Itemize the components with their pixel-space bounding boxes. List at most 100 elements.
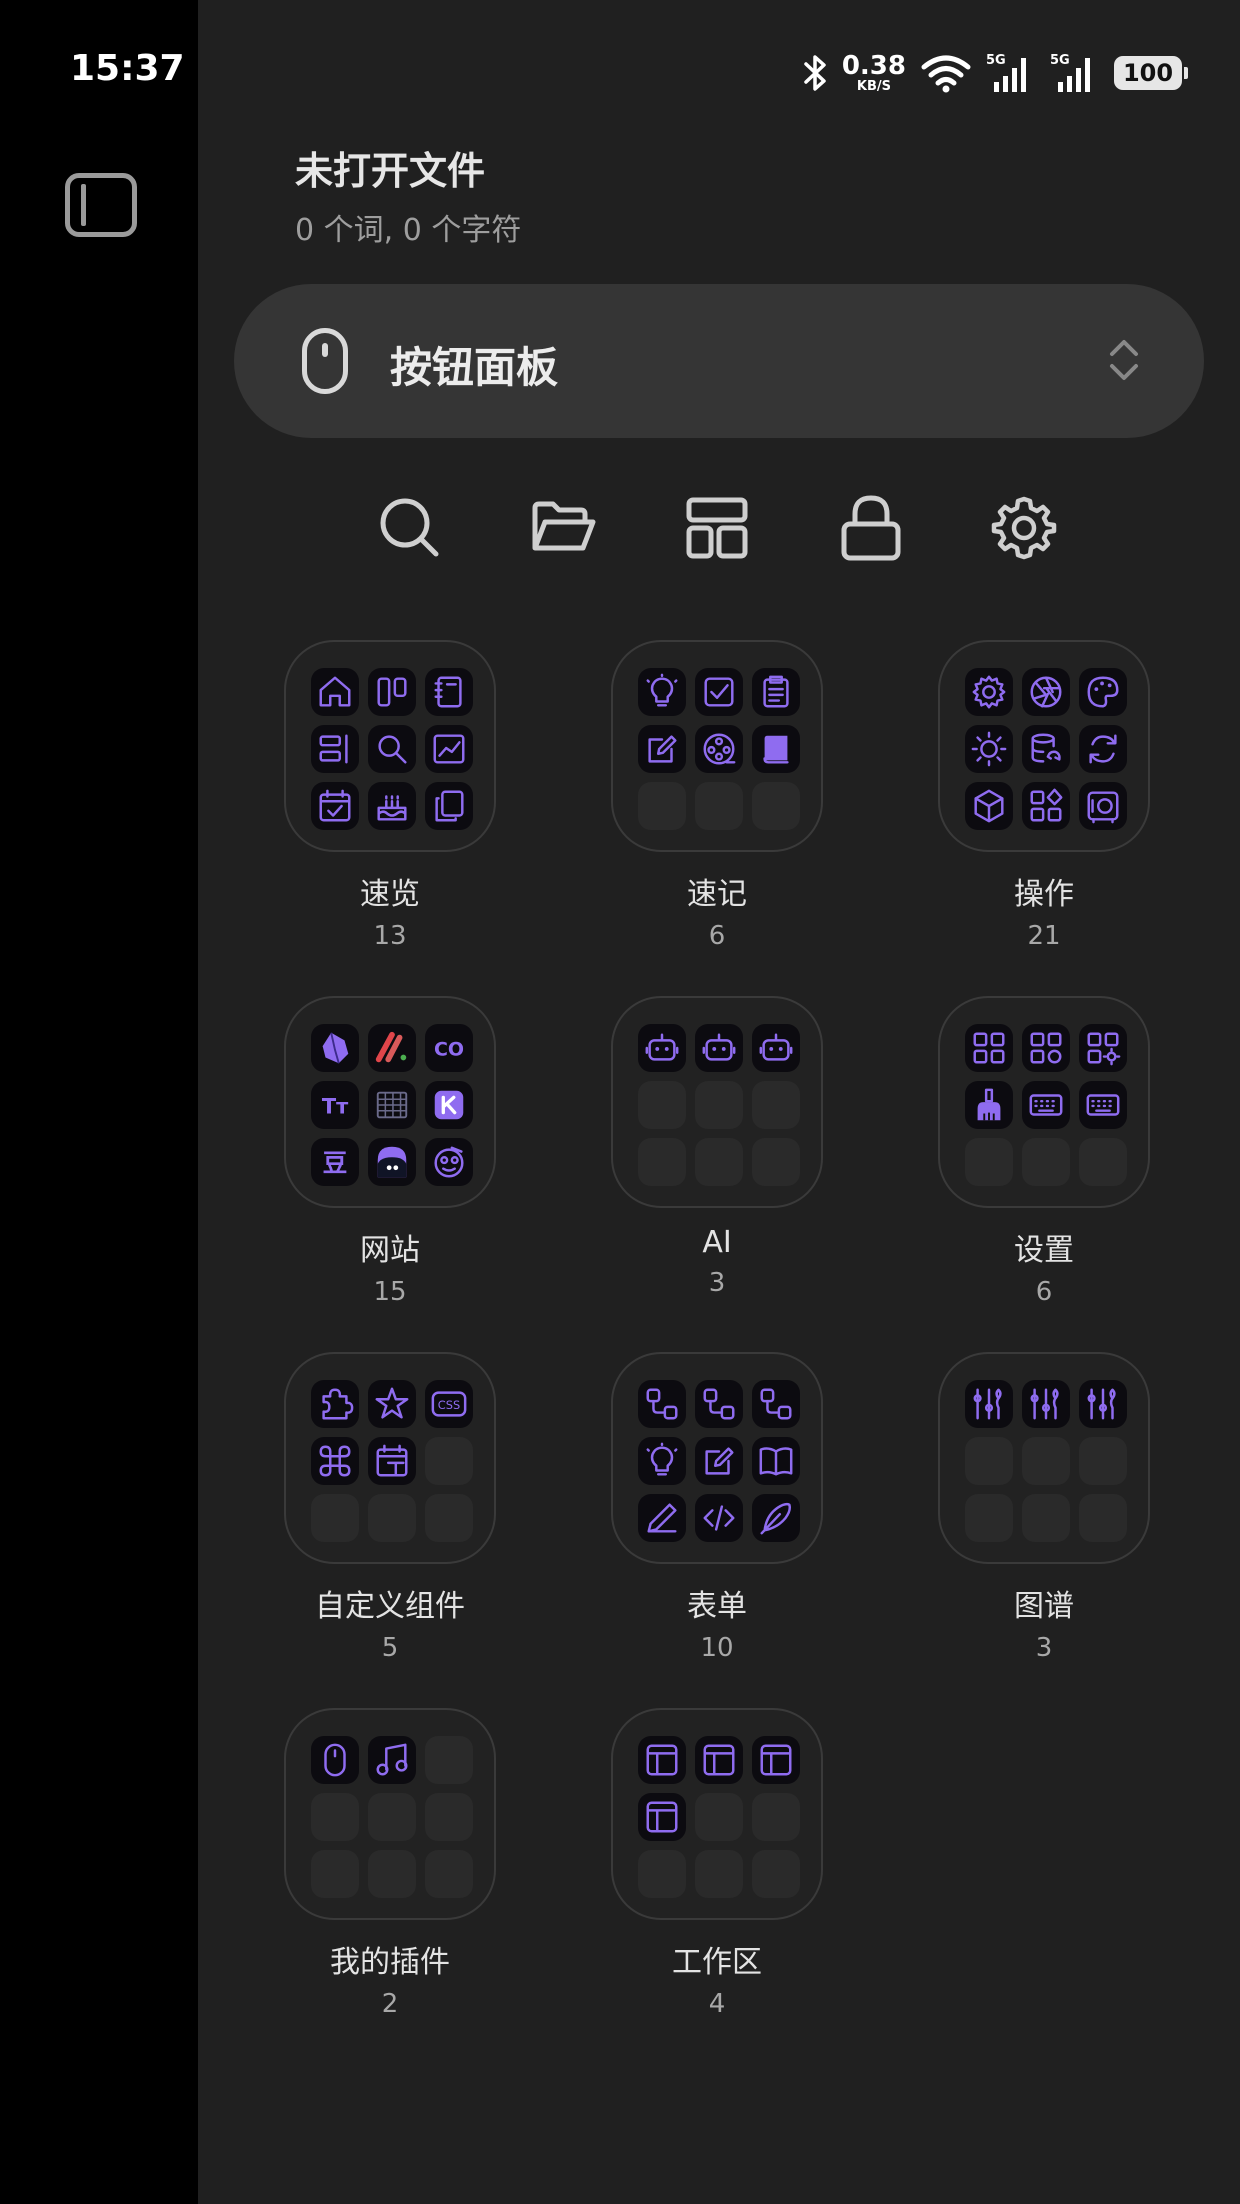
shapes-icon[interactable] — [1022, 782, 1070, 830]
robot-icon[interactable] — [695, 1024, 743, 1072]
pen-icon[interactable] — [638, 1494, 686, 1542]
css-icon[interactable]: CSS — [425, 1380, 473, 1428]
kanban-icon[interactable] — [368, 668, 416, 716]
table-icon[interactable] — [368, 1081, 416, 1129]
keyboard-icon[interactable] — [1079, 1081, 1127, 1129]
group-name: 工作区 — [672, 1945, 762, 1980]
empty-slot — [425, 1437, 473, 1485]
feather-icon[interactable] — [752, 1494, 800, 1542]
grid-gear-icon[interactable] — [1079, 1024, 1127, 1072]
group-tile[interactable]: 表单 10 — [611, 1352, 823, 1663]
empty-slot — [368, 1850, 416, 1898]
group-count: 2 — [381, 1989, 399, 2019]
co-icon[interactable]: CO — [425, 1024, 473, 1072]
search-icon[interactable] — [368, 725, 416, 773]
gear-icon[interactable] — [965, 668, 1013, 716]
empty-slot — [425, 1850, 473, 1898]
checkbox-icon[interactable] — [695, 668, 743, 716]
empty-slot — [695, 782, 743, 830]
group-tile[interactable]: AI 3 — [611, 996, 823, 1298]
cube-icon[interactable] — [965, 782, 1013, 830]
graph-icon[interactable] — [1079, 1380, 1127, 1428]
sidebar-toggle-button[interactable] — [65, 173, 137, 237]
layout-panel-icon[interactable] — [695, 1736, 743, 1784]
mouse-icon[interactable] — [311, 1736, 359, 1784]
layout-button[interactable] — [679, 490, 755, 566]
book-icon[interactable] — [752, 725, 800, 773]
grid-icon[interactable] — [965, 1024, 1013, 1072]
group-tile[interactable]: 速记 6 — [611, 640, 823, 951]
clipboard-icon[interactable] — [752, 668, 800, 716]
group-tile[interactable]: CSS 自定义组件 5 — [284, 1352, 496, 1663]
group-tile[interactable]: 工作区 4 — [611, 1708, 823, 2019]
puzzle-icon[interactable] — [311, 1380, 359, 1428]
open-folder-button[interactable] — [526, 490, 602, 566]
graph-icon[interactable] — [1022, 1380, 1070, 1428]
k-app-icon[interactable] — [425, 1081, 473, 1129]
command-icon[interactable] — [311, 1437, 359, 1485]
aperture-icon[interactable] — [1022, 668, 1070, 716]
calendar-icon[interactable] — [368, 1437, 416, 1485]
text-size-icon[interactable]: Tт — [311, 1081, 359, 1129]
group-tile[interactable]: 速览 13 — [284, 640, 496, 951]
group-name: 操作 — [1014, 877, 1074, 912]
panel-selector[interactable]: 按钮面板 — [234, 284, 1204, 438]
layout-icon — [686, 497, 748, 559]
star-icon[interactable] — [368, 1380, 416, 1428]
robot-icon[interactable] — [638, 1024, 686, 1072]
dou-icon[interactable]: 豆 — [311, 1138, 359, 1186]
palette-icon[interactable] — [1079, 668, 1127, 716]
empty-slot — [1022, 1437, 1070, 1485]
settings-button[interactable] — [986, 490, 1062, 566]
empty-slot — [425, 1494, 473, 1542]
film-reel-icon[interactable] — [695, 725, 743, 773]
empty-slot — [752, 782, 800, 830]
layout-panel-icon[interactable] — [638, 1793, 686, 1841]
keyboard-icon[interactable] — [1022, 1081, 1070, 1129]
bulb-icon[interactable] — [638, 1437, 686, 1485]
obsidian-icon[interactable] — [311, 1024, 359, 1072]
group-tile[interactable]: 图谱 3 — [938, 1352, 1150, 1663]
code-icon[interactable] — [695, 1494, 743, 1542]
calendar-check-icon[interactable] — [311, 782, 359, 830]
edit-icon[interactable] — [638, 725, 686, 773]
group-tile[interactable]: 我的插件 2 — [284, 1708, 496, 2019]
slash-app-icon[interactable] — [368, 1024, 416, 1072]
flow-icon[interactable] — [695, 1380, 743, 1428]
database-refresh-icon[interactable] — [1022, 725, 1070, 773]
edit-icon[interactable] — [695, 1437, 743, 1485]
group-icon-box: CSS — [284, 1352, 496, 1564]
book-open-icon[interactable] — [752, 1437, 800, 1485]
flow-icon[interactable] — [638, 1380, 686, 1428]
cake-icon[interactable] — [368, 782, 416, 830]
form-icon[interactable] — [311, 725, 359, 773]
graph-icon[interactable] — [965, 1380, 1013, 1428]
layout-panel-icon[interactable] — [638, 1736, 686, 1784]
robot-icon[interactable] — [752, 1024, 800, 1072]
layout-panel-icon[interactable] — [752, 1736, 800, 1784]
safe-icon[interactable] — [1079, 782, 1127, 830]
group-count: 10 — [700, 1633, 734, 1663]
lock-button[interactable] — [833, 490, 909, 566]
face-icon[interactable] — [425, 1138, 473, 1186]
group-tile[interactable]: CO Tт 豆 网站 15 — [284, 996, 496, 1307]
home-icon[interactable] — [311, 668, 359, 716]
group-tile[interactable]: 设置 6 — [938, 996, 1150, 1307]
music-icon[interactable] — [368, 1736, 416, 1784]
notebook-icon[interactable] — [425, 668, 473, 716]
group-tile[interactable]: 操作 21 — [938, 640, 1150, 951]
bulb-icon[interactable] — [638, 668, 686, 716]
chart-icon[interactable] — [425, 725, 473, 773]
broom-icon[interactable] — [965, 1081, 1013, 1129]
search-button[interactable] — [372, 490, 448, 566]
grid-plus-icon[interactable] — [1022, 1024, 1070, 1072]
empty-slot — [1079, 1138, 1127, 1186]
refresh-icon[interactable] — [1079, 725, 1127, 773]
sun-moon-icon[interactable] — [965, 725, 1013, 773]
copy-icon[interactable] — [425, 782, 473, 830]
flow-icon[interactable] — [752, 1380, 800, 1428]
empty-slot — [965, 1494, 1013, 1542]
monster-icon[interactable] — [368, 1138, 416, 1186]
network-2-label: 5G — [1050, 53, 1070, 68]
group-count: 6 — [1035, 1277, 1053, 1307]
